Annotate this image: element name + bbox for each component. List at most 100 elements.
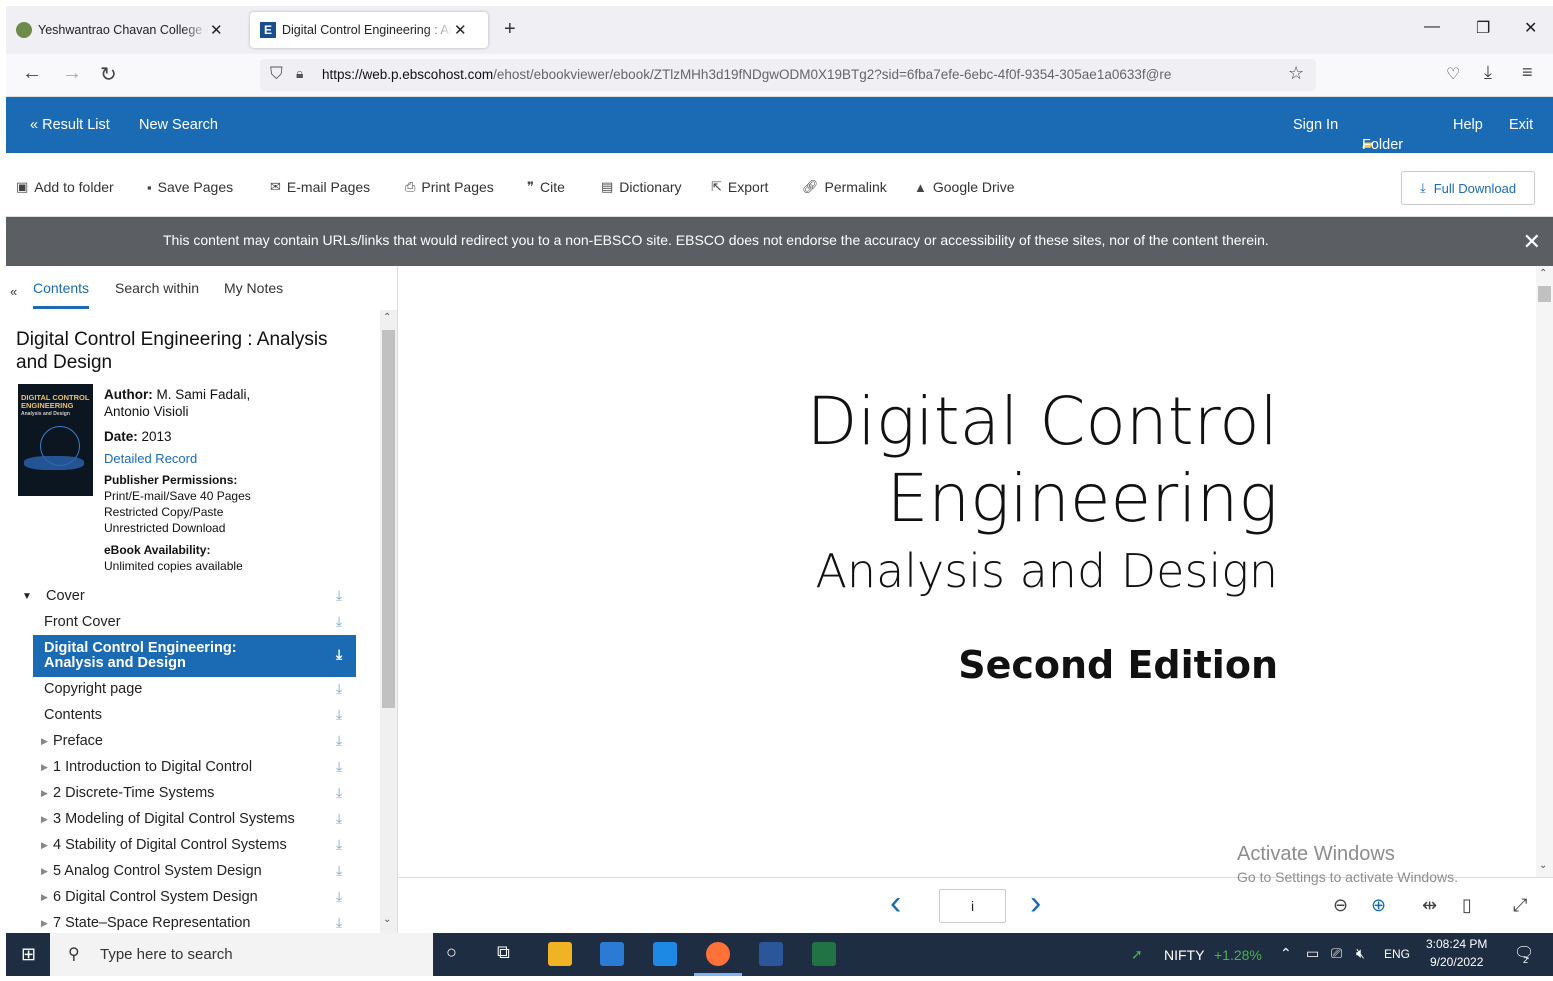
download-chapter-icon[interactable]: ⤓ (336, 888, 350, 904)
cite-button[interactable]: ❞ Cite (527, 179, 565, 195)
next-page-button[interactable]: › (1030, 884, 1041, 923)
reload-icon[interactable]: ↻ (100, 62, 117, 87)
speaker-muted-icon[interactable]: 🔇︎ (1356, 945, 1365, 962)
shield-icon[interactable]: ⛉ (270, 64, 283, 84)
download-chapter-icon[interactable]: ⤓ (336, 836, 350, 852)
download-chapter-icon[interactable]: ⤓ (336, 862, 350, 878)
toc-item-chapter-2[interactable]: ▶ 2 Discrete-Time Systems ⤓ (33, 780, 356, 806)
expand-caret-icon[interactable]: ▼ (12, 591, 46, 602)
close-tab-icon[interactable]: ✕ (210, 21, 223, 39)
scroll-up-icon[interactable]: ⌃ (1539, 268, 1547, 279)
expand-caret-icon[interactable]: ▶ (33, 840, 53, 851)
new-tab-button[interactable]: + (504, 18, 516, 41)
save-pages-button[interactable]: ▪ Save Pages (147, 179, 233, 195)
toc-item-copyright[interactable]: Copyright page ⤓ (33, 676, 356, 702)
file-explorer-icon[interactable] (548, 942, 572, 966)
expand-caret-icon[interactable]: ▶ (33, 814, 53, 825)
download-chapter-icon[interactable]: ⤓ (336, 680, 350, 696)
detailed-record-link[interactable]: Detailed Record (104, 450, 197, 467)
page-scroll-thumb[interactable] (1538, 286, 1551, 302)
toc-item-chapter-1[interactable]: ▶ 1 Introduction to Digital Control ⤓ (33, 754, 356, 780)
taskbar-search-box[interactable]: ⚲ Type here to search (50, 933, 433, 976)
pocket-icon[interactable]: ♡ (1446, 64, 1460, 84)
language-indicator[interactable]: ENG (1384, 947, 1410, 961)
fullscreen-icon[interactable]: ⤢ (1513, 895, 1527, 916)
result-list-link[interactable]: « Result List (30, 117, 110, 133)
download-chapter-icon[interactable]: ⤓ (336, 810, 350, 826)
toc-item-chapter-7[interactable]: ▶ 7 State–Space Representation ⤓ (33, 910, 356, 933)
show-hidden-icons-icon[interactable]: ⌃ (1280, 945, 1292, 962)
tab-search-within[interactable]: Search within (115, 280, 199, 296)
email-pages-button[interactable]: ✉ E-mail Pages (270, 179, 370, 195)
address-bar[interactable]: ⛉ 🔒︎ https://web.p.ebscohost.com/ehost/e… (260, 59, 1316, 91)
add-to-folder-button[interactable]: ▣ Add to folder (16, 179, 114, 195)
expand-caret-icon[interactable]: ▶ (33, 918, 53, 929)
page-scrollbar[interactable]: ⌃ ⌄ (1536, 266, 1553, 877)
expand-caret-icon[interactable]: ▶ (33, 892, 53, 903)
toc-item-title-page-selected[interactable]: Digital Control Engineering: Analysis an… (33, 635, 356, 677)
google-drive-button[interactable]: ▲ Google Drive (914, 179, 1015, 195)
zoom-in-icon[interactable]: ⊕ (1371, 895, 1386, 916)
exit-link[interactable]: Exit (1509, 117, 1533, 133)
download-chapter-icon[interactable]: ⤓ (336, 758, 350, 774)
toc-item-chapter-4[interactable]: ▶ 4 Stability of Digital Control Systems… (33, 832, 356, 858)
toc-item-chapter-5[interactable]: ▶ 5 Analog Control System Design ⤓ (33, 858, 356, 884)
toc-item-cover[interactable]: ▼ Cover ⤓ (12, 583, 356, 609)
microsoft-store-icon[interactable] (600, 942, 624, 966)
word-icon[interactable] (759, 942, 783, 966)
expand-caret-icon[interactable]: ▶ (33, 788, 53, 799)
scroll-down-icon[interactable]: ⌄ (1539, 860, 1547, 871)
close-notice-icon[interactable]: ✕ (1523, 229, 1541, 255)
bookmark-star-icon[interactable]: ☆ (1288, 63, 1304, 84)
download-chapter-icon[interactable]: ⤓ (336, 647, 350, 663)
download-chapter-icon[interactable]: ⤓ (336, 784, 350, 800)
help-link[interactable]: Help (1453, 117, 1483, 133)
export-button[interactable]: ⇱ Export (711, 179, 768, 195)
expand-caret-icon[interactable]: ▶ (33, 762, 53, 773)
collapse-sidebar-button[interactable]: « (10, 284, 17, 299)
tab-contents[interactable]: Contents (33, 280, 90, 309)
firefox-icon[interactable] (706, 942, 730, 966)
clock-date[interactable]: 9/20/2022 (1430, 955, 1483, 969)
url-text[interactable]: https://web.p.ebscohost.com/ehost/ebookv… (322, 67, 1282, 82)
download-chapter-icon[interactable]: ⤓ (336, 587, 350, 603)
toc-item-contents[interactable]: Contents ⤓ (33, 702, 356, 728)
close-window-button[interactable]: ✕ (1524, 18, 1537, 38)
excel-icon[interactable] (812, 942, 836, 966)
page-number-input[interactable]: i (939, 889, 1006, 923)
tab-my-notes[interactable]: My Notes (224, 280, 283, 296)
nifty-label[interactable]: NIFTY (1164, 947, 1204, 963)
toc-item-chapter-3[interactable]: ▶ 3 Modeling of Digital Control Systems … (33, 806, 356, 832)
new-search-link[interactable]: New Search (139, 117, 218, 133)
minimize-button[interactable]: — (1424, 18, 1440, 36)
zoom-out-icon[interactable]: ⊖ (1333, 895, 1348, 916)
back-arrow-icon[interactable]: ← (22, 62, 42, 85)
toc-item-front-cover[interactable]: Front Cover ⤓ (33, 609, 356, 635)
sign-in-link[interactable]: Sign In (1293, 117, 1338, 133)
fit-page-icon[interactable]: ▯ (1462, 895, 1472, 916)
forward-arrow-icon[interactable]: → (62, 62, 82, 85)
battery-icon[interactable]: ▭ (1306, 945, 1319, 962)
ebook-page-view[interactable]: Digital Control Engineering Analysis and… (398, 266, 1536, 877)
toc-item-preface[interactable]: ▶ Preface ⤓ (33, 728, 356, 754)
expand-caret-icon[interactable]: ▶ (33, 866, 53, 877)
close-tab-icon[interactable]: ✕ (454, 21, 467, 39)
sidebar-scroll-thumb[interactable] (382, 330, 395, 708)
sidebar-scrollbar[interactable]: ⌃ ⌄ (380, 310, 397, 933)
lock-icon[interactable]: 🔒︎ (296, 65, 303, 82)
previous-page-button[interactable]: ‹ (890, 884, 901, 923)
mail-icon[interactable] (653, 942, 677, 966)
download-icon[interactable]: ⤓ (1484, 62, 1492, 83)
download-chapter-icon[interactable]: ⤓ (336, 706, 350, 722)
print-pages-button[interactable]: ⎙ Print Pages (405, 179, 494, 195)
menu-icon[interactable]: ≡ (1522, 62, 1533, 83)
browser-tab-ebook[interactable]: E Digital Control Engineering : An ✕ (250, 12, 488, 48)
download-chapter-icon[interactable]: ⤓ (336, 914, 350, 930)
fit-width-icon[interactable]: ⇹ (1422, 895, 1437, 916)
full-download-button[interactable]: ⤓ Full Download (1401, 171, 1535, 205)
windows-start-icon[interactable]: ⊞ (21, 944, 36, 965)
task-view-icon[interactable]: ⧉ (497, 942, 510, 963)
download-chapter-icon[interactable]: ⤓ (336, 732, 350, 748)
browser-tab-college[interactable]: Yeshwantrao Chavan College of ✕ (6, 12, 242, 48)
scroll-up-icon[interactable]: ⌃ (383, 312, 391, 323)
